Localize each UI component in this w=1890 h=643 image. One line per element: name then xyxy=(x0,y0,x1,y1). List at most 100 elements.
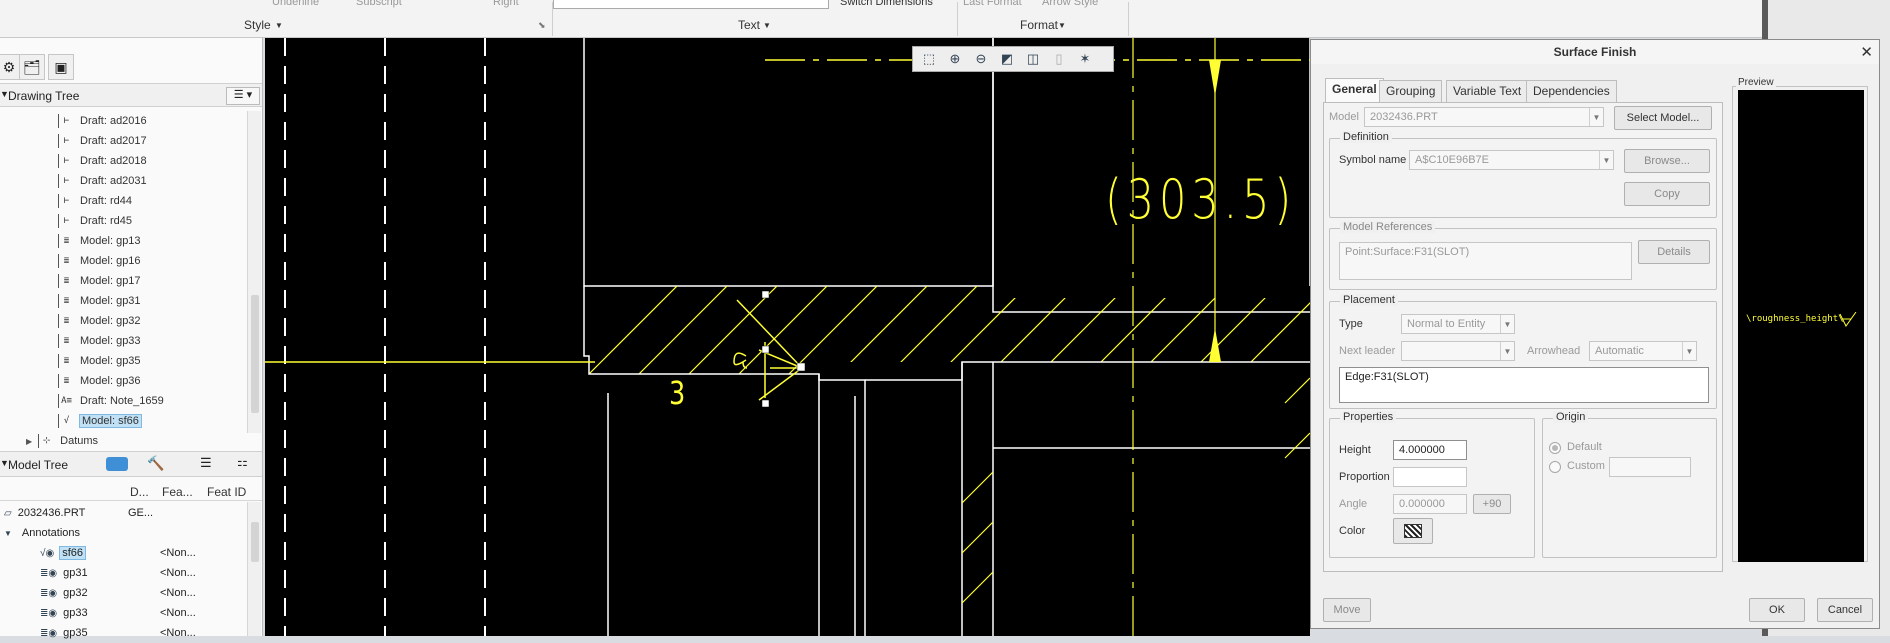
tab-general[interactable]: General xyxy=(1325,78,1384,102)
display-icon[interactable] xyxy=(106,457,128,471)
display-style-icon[interactable]: ◫ xyxy=(1021,48,1045,70)
model-select[interactable]: 2032436.PRT ▼ xyxy=(1364,107,1604,127)
drawing-tree-item[interactable]: ≣ Model: gp32 xyxy=(58,311,141,331)
column-display[interactable]: D... xyxy=(130,485,149,499)
text-group-label[interactable]: Text xyxy=(738,18,760,32)
origin-default-radio[interactable] xyxy=(1549,442,1561,454)
model-tree-scrollbar[interactable] xyxy=(247,502,261,636)
arrowhead-select[interactable]: Automatic ▼ xyxy=(1589,341,1697,361)
origin-custom-radio[interactable] xyxy=(1549,461,1561,473)
scrollbar-thumb[interactable] xyxy=(251,522,259,562)
drawing-tree-item[interactable]: ≣ Model: gp17 xyxy=(58,271,141,291)
model-tree-row-value: <Non... xyxy=(160,627,196,639)
model-tree-row-value: <Non... xyxy=(160,547,196,559)
column-feature[interactable]: Fea... xyxy=(162,485,193,499)
drawing-tree-item[interactable]: ≣ Model: gp36 xyxy=(58,371,141,391)
expand-icon[interactable]: ▶ xyxy=(26,437,32,446)
arrow-style-button[interactable]: Arrow Style xyxy=(1042,0,1098,8)
color-button[interactable] xyxy=(1393,518,1433,544)
drawing-tree-item[interactable]: ≣ Model: gp33 xyxy=(58,331,141,351)
filter-icon[interactable]: ⚏ xyxy=(237,455,248,469)
model-tree-row[interactable]: √◉ sf66 <Non... xyxy=(0,543,248,563)
model-tree-row[interactable]: ▱ 2032436.PRT GE... xyxy=(0,503,248,523)
view-toolbar: ⬚ ⊕ ⊖ ◩ ◫ ▯ ✶ xyxy=(912,46,1114,72)
gtol-icon: ≣◉ xyxy=(40,607,58,619)
gtol-icon: ≣ xyxy=(58,374,74,388)
type-select[interactable]: Normal to Entity ▼ xyxy=(1401,314,1515,334)
model-tree-row[interactable]: ≣◉ gp32 <Non... xyxy=(0,583,248,603)
placement-reference-field[interactable]: Edge:F31(SLOT) xyxy=(1339,367,1709,403)
model-tree-row-label: gp33 xyxy=(63,607,88,619)
drawing-tree-item-label: Datums xyxy=(60,435,99,447)
zoom-in-icon[interactable]: ⊕ xyxy=(943,48,967,70)
drawing-canvas[interactable]: 3 (303.5) xyxy=(265,38,1310,636)
height-input[interactable]: 4.000000 xyxy=(1393,440,1467,460)
refit-icon[interactable]: ⬚ xyxy=(917,48,941,70)
zoom-out-icon[interactable]: ⊖ xyxy=(969,48,993,70)
drawing-tree-item[interactable]: ≣ Model: gp16 xyxy=(58,251,141,271)
align-right-button[interactable]: Right xyxy=(493,0,519,8)
origin-custom-input[interactable] xyxy=(1609,457,1691,477)
drawing-tree-item[interactable]: ⊢ Draft: rd44 xyxy=(58,191,132,211)
cancel-button[interactable]: Cancel xyxy=(1817,598,1873,622)
move-button[interactable]: Move xyxy=(1323,598,1371,622)
model-tree-row[interactable]: ≣◉ gp35 <Non... xyxy=(0,623,248,643)
drawing-tree-item[interactable]: ⊢ Draft: ad2018 xyxy=(58,151,147,171)
surface-finish-value[interactable]: 3 xyxy=(669,374,685,412)
browse-button[interactable]: Browse... xyxy=(1624,149,1710,173)
tab-dependencies[interactable]: Dependencies xyxy=(1526,80,1617,102)
drawing-tree-item[interactable]: ⊢ Draft: ad2017 xyxy=(58,131,147,151)
dialog-launcher-icon[interactable]: ⬊ xyxy=(538,20,546,31)
drawing-tree-item[interactable]: ≣ Model: gp35 xyxy=(58,351,141,371)
switch-dimensions-button[interactable]: Switch Dimensions xyxy=(840,0,933,8)
copy-button[interactable]: Copy xyxy=(1624,182,1710,206)
proportion-input[interactable] xyxy=(1393,467,1467,487)
drawing-tree-item[interactable]: ⊢ Draft: ad2016 xyxy=(58,111,147,131)
tab-variable-text[interactable]: Variable Text xyxy=(1446,80,1529,102)
next-leader-select[interactable]: ▼ xyxy=(1401,341,1515,361)
tab-grouping[interactable]: Grouping xyxy=(1379,80,1443,102)
last-format-button[interactable]: Last Format xyxy=(963,0,1022,8)
model-label: Model xyxy=(1329,111,1359,123)
model-tree-row[interactable]: ≣◉ gp33 <Non... xyxy=(0,603,248,623)
drawing-tree-item[interactable]: √ Model: sf66 xyxy=(58,411,142,431)
gtol-icon: ≣◉ xyxy=(40,587,58,599)
model-tree-row[interactable]: ≣◉ gp31 <Non... xyxy=(0,563,248,583)
tree-columns-icon[interactable]: ☰ xyxy=(200,455,212,471)
model-references-field[interactable]: Point:Surface:F31(SLOT) xyxy=(1339,242,1632,280)
hammer-icon[interactable]: 🔨 xyxy=(147,455,164,472)
details-button[interactable]: Details xyxy=(1638,240,1710,264)
drawing-tree-item[interactable]: A≡ Draft: Note_1659 xyxy=(58,391,164,411)
rotate-90-button[interactable]: +90 xyxy=(1473,494,1511,514)
annotation-display-icon[interactable]: ✶ xyxy=(1073,48,1097,70)
text-style-field[interactable] xyxy=(553,0,829,9)
drawing-tree-item[interactable]: ⊢ Draft: ad2031 xyxy=(58,171,147,191)
scrollbar-thumb[interactable] xyxy=(251,295,259,413)
style-group-label[interactable]: Style xyxy=(244,18,271,32)
underline-button[interactable]: Underline xyxy=(272,0,319,8)
preview-legend: Preview xyxy=(1736,77,1776,88)
close-icon[interactable]: ✕ xyxy=(1860,43,1873,61)
subscript-button[interactable]: Subscript xyxy=(356,0,402,8)
next-leader-label: Next leader xyxy=(1339,345,1396,357)
format-group-label[interactable]: Format xyxy=(1020,18,1058,32)
tree-settings-icon[interactable]: ☰ ▾ xyxy=(226,87,260,105)
drawing-tree-item[interactable]: ▶ ⊹ Datums xyxy=(26,431,98,451)
model-tree-row[interactable]: ▼ Annotations xyxy=(0,523,248,543)
drawing-tree-item[interactable]: ≣ Model: gp13 xyxy=(58,231,141,251)
drawing-tree-item[interactable]: ≣ Model: gp31 xyxy=(58,291,141,311)
model-tree-column-header: D... Fea... Feat ID xyxy=(0,481,262,501)
select-model-button[interactable]: Select Model... xyxy=(1614,106,1712,130)
repaint-icon[interactable]: ◩ xyxy=(995,48,1019,70)
column-feat-id[interactable]: Feat ID xyxy=(207,485,246,499)
favorites-tab-icon[interactable]: ▣ xyxy=(48,54,74,80)
drawing-tree-item[interactable]: ⊢ Draft: rd45 xyxy=(58,211,132,231)
dimension-text[interactable]: (303.5) xyxy=(1105,168,1296,231)
drawing-tree-item-label: Draft: ad2018 xyxy=(80,155,147,167)
sheets-icon[interactable]: ▯ xyxy=(1047,48,1071,70)
ok-button[interactable]: OK xyxy=(1749,598,1805,622)
drawing-tree-scrollbar[interactable] xyxy=(247,111,261,433)
angle-input[interactable]: 0.000000 xyxy=(1393,494,1467,514)
symbol-name-select[interactable]: A$C10E96B7E ▼ xyxy=(1409,150,1614,170)
folder-browser-tab-icon[interactable]: 🗂 xyxy=(19,54,45,80)
